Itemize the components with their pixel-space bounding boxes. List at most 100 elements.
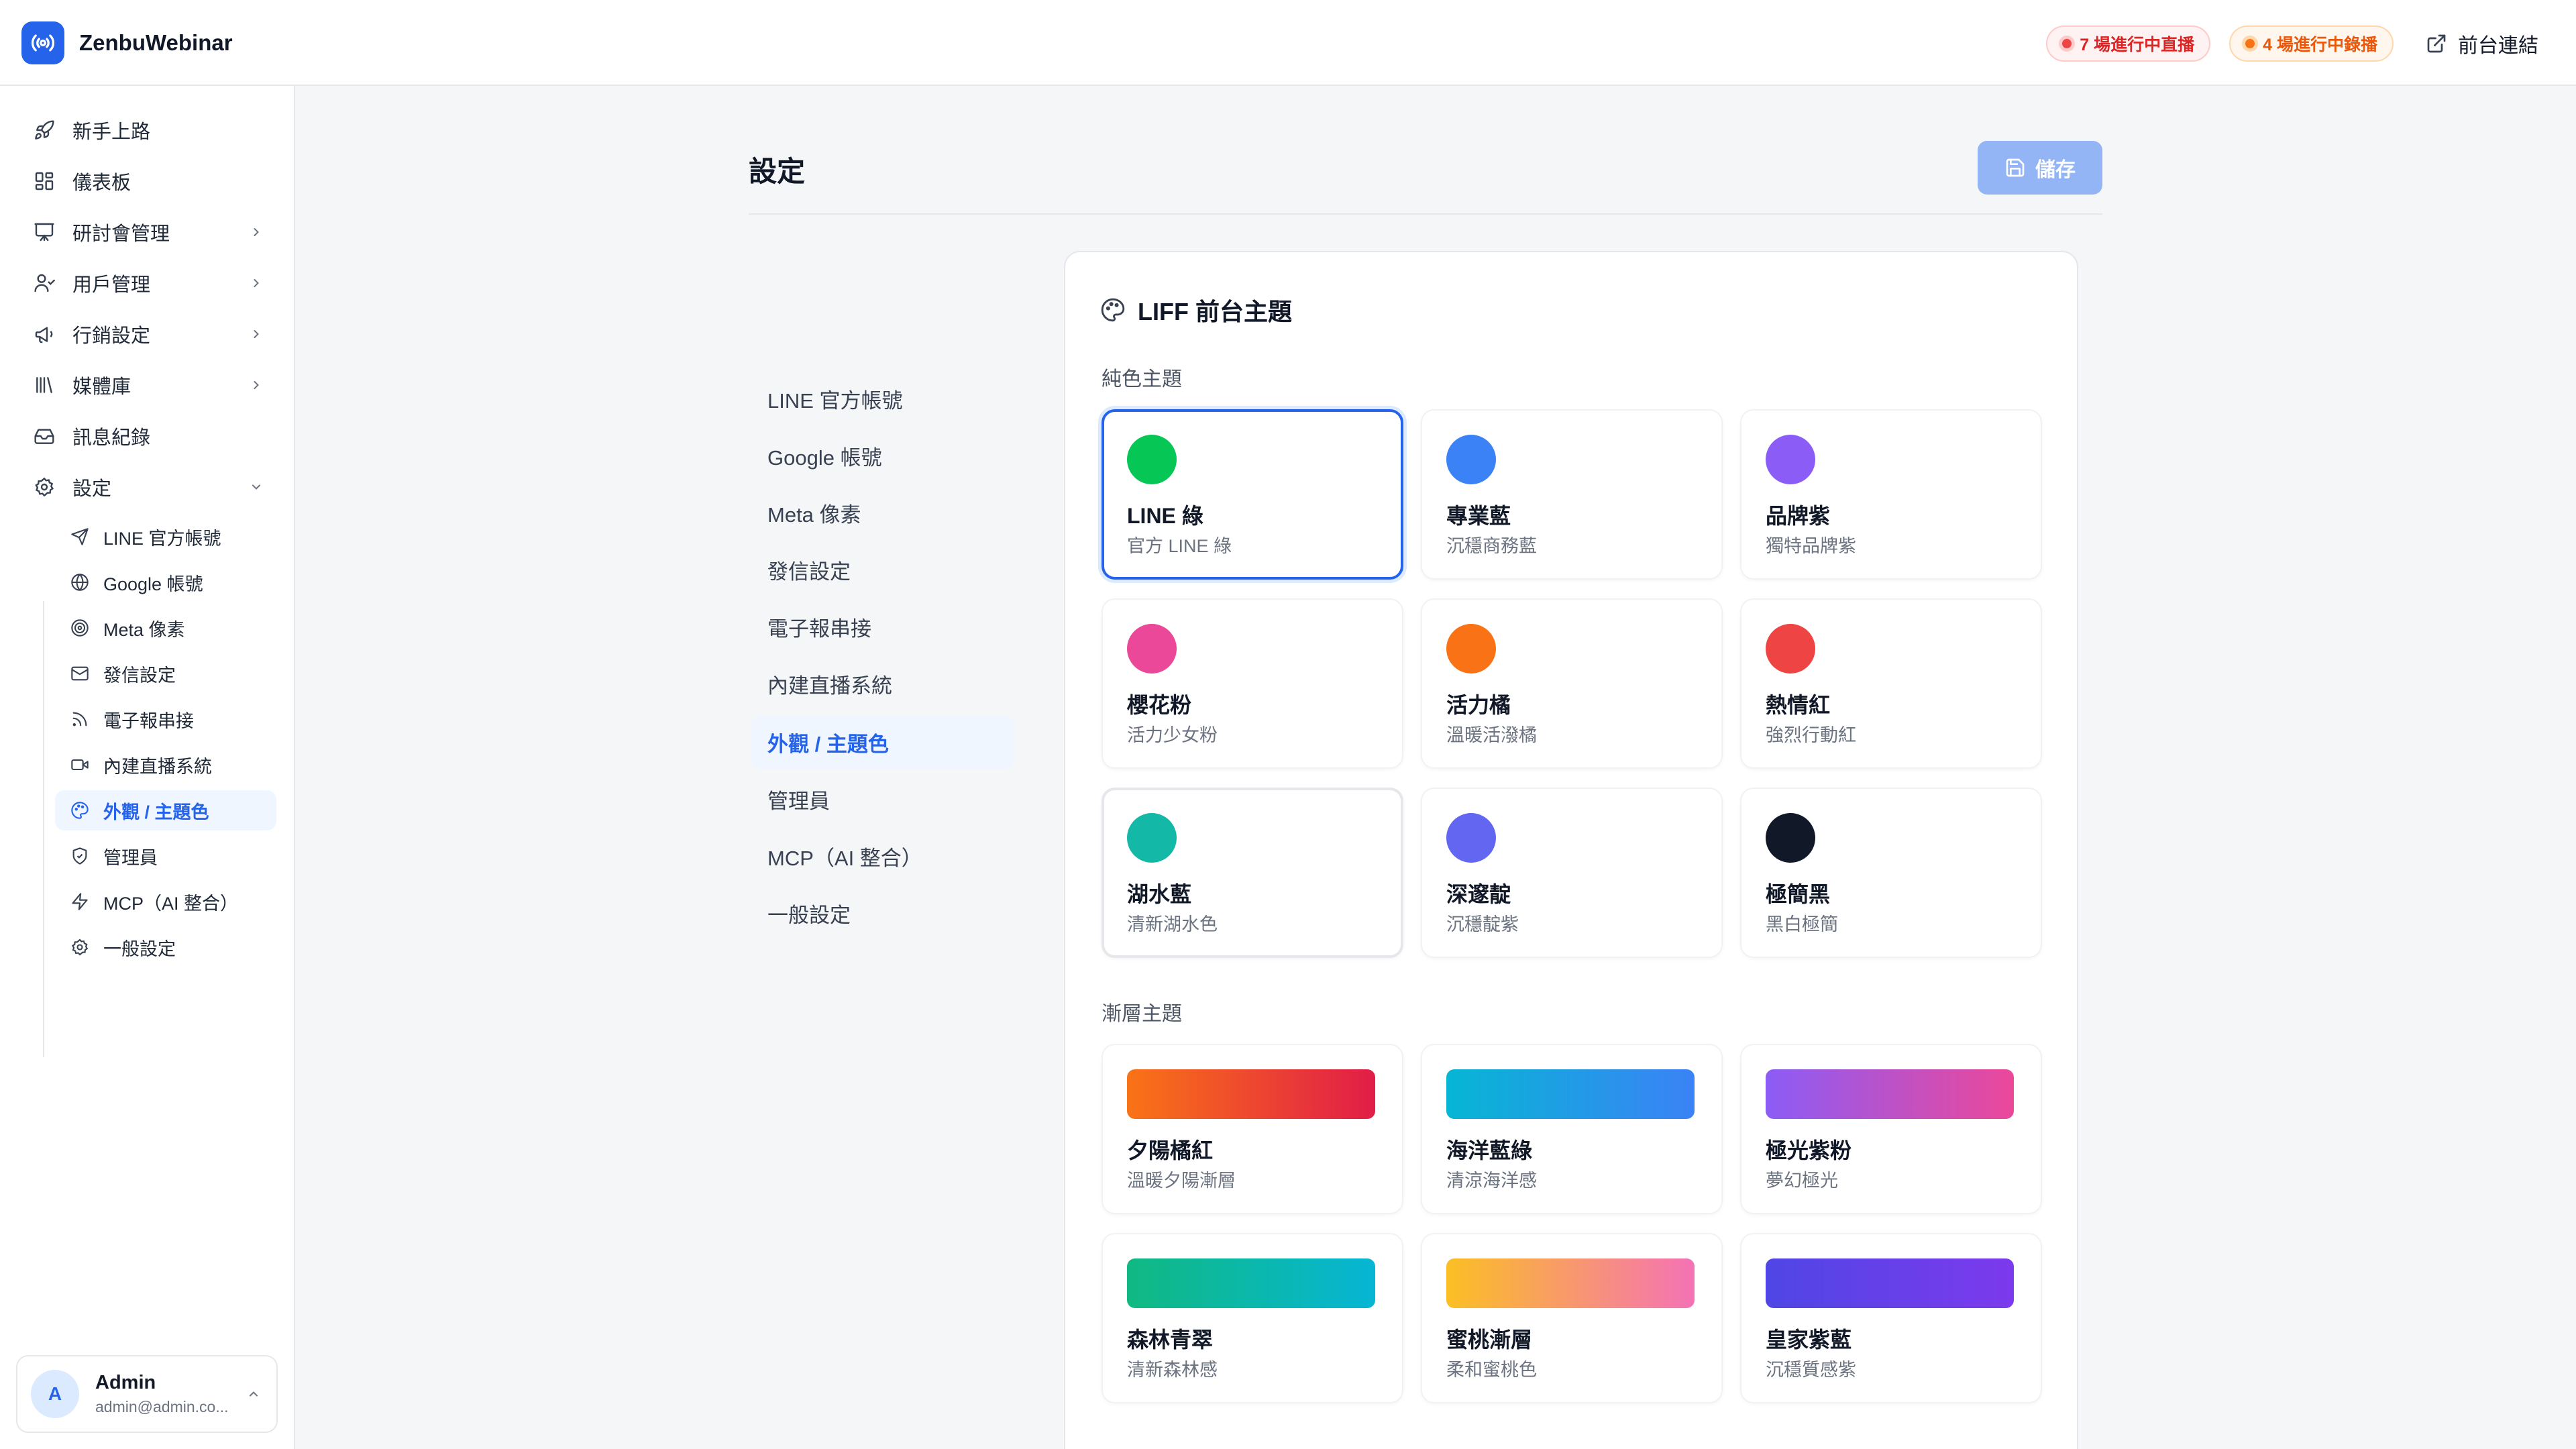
color-swatch-icon [1766, 435, 1815, 484]
theme-desc: 溫暖活潑橘 [1446, 725, 1537, 745]
sidebar-item-messages[interactable]: 訊息紀錄 [16, 415, 279, 458]
settings-nav-google-account[interactable]: Google 帳號 [751, 429, 1014, 482]
sidebar-item-settings[interactable]: 設定 [16, 466, 279, 508]
sidebar-item-users[interactable]: 用戶管理 [16, 262, 279, 305]
theme-option-peach[interactable]: 蜜桃漸層 柔和蜜桃色 [1421, 1233, 1723, 1403]
color-swatch-icon [1446, 435, 1496, 484]
broadcast-icon [21, 21, 64, 64]
sidebar-sub-label: Google 帳號 [103, 574, 203, 594]
megaphone-icon [32, 322, 56, 346]
color-swatch-icon [1766, 813, 1815, 863]
settings-nav-meta-pixel[interactable]: Meta 像素 [751, 486, 1014, 539]
cog-icon [70, 937, 90, 957]
theme-desc: 清新森林感 [1127, 1360, 1218, 1380]
theme-option-brand-purple[interactable]: 品牌紫 獨特品牌紫 [1740, 409, 2042, 580]
theme-option-sakura-pink[interactable]: 櫻花粉 活力少女粉 [1102, 598, 1403, 769]
theme-option-pro-blue[interactable]: 專業藍 沉穩商務藍 [1421, 409, 1723, 580]
sidebar-sub-live-system[interactable]: 內建直播系統 [55, 745, 276, 785]
app-name: ZenbuWebinar [79, 30, 233, 55]
theme-name: LINE 綠 [1127, 504, 1203, 528]
top-bar: ZenbuWebinar 7 場進行中直播 4 場進行中錄播 前台連結 [0, 0, 2576, 86]
brand[interactable]: ZenbuWebinar [21, 21, 233, 64]
settings-nav-newsletter[interactable]: 電子報串接 [751, 600, 1014, 653]
sidebar-sub-meta-pixel[interactable]: Meta 像素 [55, 608, 276, 648]
sidebar-sub-label: 外觀 / 主題色 [103, 802, 209, 822]
sidebar-item-webinars[interactable]: 研討會管理 [16, 211, 279, 254]
title-divider [749, 213, 2102, 215]
sidebar-item-label: 研討會管理 [72, 223, 170, 245]
record-status-badge[interactable]: 4 場進行中錄播 [2229, 25, 2394, 62]
rss-icon [70, 709, 90, 729]
color-swatch-icon [1446, 813, 1496, 863]
sidebar-sub-general[interactable]: 一般設定 [55, 927, 276, 967]
color-swatch-icon [1127, 435, 1177, 484]
user-name: Admin [95, 1372, 156, 1393]
sidebar-sub-label: 一般設定 [103, 938, 176, 959]
theme-option-minimal-black[interactable]: 極簡黑 黑白極簡 [1740, 788, 2042, 958]
theme-option-passion-red[interactable]: 熱情紅 強烈行動紅 [1740, 598, 2042, 769]
theme-option-forest[interactable]: 森林青翠 清新森林感 [1102, 1233, 1403, 1403]
settings-nav-live-system[interactable]: 內建直播系統 [751, 657, 1014, 710]
presentation-icon [32, 220, 56, 244]
sidebar-item-label: 訊息紀錄 [72, 427, 151, 449]
user-menu[interactable]: A Admin admin@admin.co... [16, 1355, 278, 1433]
sidebar-item-onboarding[interactable]: 新手上路 [16, 109, 279, 152]
settings-nav-general[interactable]: 一般設定 [751, 886, 1014, 940]
theme-name: 專業藍 [1446, 504, 1511, 528]
theme-option-line-green[interactable]: LINE 綠 官方 LINE 綠 [1102, 409, 1403, 580]
theme-option-lake-teal[interactable]: 湖水藍 清新湖水色 [1102, 788, 1403, 958]
theme-name: 極光紫粉 [1766, 1138, 1852, 1163]
settings-nav-admins[interactable]: 管理員 [751, 772, 1014, 826]
settings-nav-line-account[interactable]: LINE 官方帳號 [751, 372, 1014, 425]
chevron-right-icon [250, 225, 263, 239]
solid-themes-label: 純色主題 [1102, 368, 1182, 390]
theme-option-royal[interactable]: 皇家紫藍 沉穩質感紫 [1740, 1233, 2042, 1403]
sidebar-item-media[interactable]: 媒體庫 [16, 364, 279, 407]
external-link-icon [2426, 33, 2458, 54]
live-dot-icon [2062, 39, 2072, 48]
gradient-swatch [1766, 1258, 2014, 1308]
settings-nav-email-settings[interactable]: 發信設定 [751, 543, 1014, 596]
chevron-right-icon [250, 276, 263, 290]
sidebar-sub-google-account[interactable]: Google 帳號 [55, 562, 276, 602]
theme-desc: 官方 LINE 綠 [1127, 536, 1232, 556]
front-link-label: 前台連結 [2458, 35, 2538, 57]
theme-option-ocean[interactable]: 海洋藍綠 清涼海洋感 [1421, 1044, 1723, 1214]
target-icon [70, 618, 90, 638]
theme-name: 櫻花粉 [1127, 693, 1192, 717]
sidebar-item-label: 新手上路 [72, 121, 151, 143]
video-icon [70, 755, 90, 775]
sidebar-sub-mcp[interactable]: MCP（AI 整合） [55, 881, 276, 922]
sidebar-sub-appearance[interactable]: 外觀 / 主題色 [55, 790, 276, 830]
sidebar-item-label: 媒體庫 [72, 376, 131, 398]
theme-name: 熱情紅 [1766, 693, 1831, 717]
bolt-icon [70, 892, 90, 912]
globe-icon [70, 572, 90, 592]
settings-nav-mcp[interactable]: MCP（AI 整合） [751, 829, 1014, 883]
theme-desc: 柔和蜜桃色 [1446, 1360, 1537, 1380]
sidebar-item-marketing[interactable]: 行銷設定 [16, 313, 279, 356]
theme-name: 品牌紫 [1766, 504, 1831, 528]
sidebar-sub-line-account[interactable]: LINE 官方帳號 [55, 517, 276, 557]
theme-desc: 清新湖水色 [1127, 914, 1218, 934]
save-icon [2004, 157, 2035, 178]
live-status-badge[interactable]: 7 場進行中直播 [2046, 25, 2211, 62]
save-button[interactable]: 儲存 [1978, 141, 2102, 195]
theme-option-aurora[interactable]: 極光紫粉 夢幻極光 [1740, 1044, 2042, 1214]
theme-name: 皇家紫藍 [1766, 1328, 1852, 1352]
sidebar-sub-label: 管理員 [103, 847, 158, 868]
theme-option-sunset[interactable]: 夕陽橘紅 溫暖夕陽漸層 [1102, 1044, 1403, 1214]
sidebar-sub-admins[interactable]: 管理員 [55, 836, 276, 876]
library-icon [32, 373, 56, 397]
inbox-icon [32, 424, 56, 448]
front-link[interactable]: 前台連結 [2426, 29, 2538, 58]
settings-nav-appearance[interactable]: 外觀 / 主題色 [751, 715, 1014, 769]
theme-option-deep-indigo[interactable]: 深邃靛 沉穩靛紫 [1421, 788, 1723, 958]
sidebar-sub-label: MCP（AI 整合） [103, 893, 239, 914]
sidebar-sub-newsletter[interactable]: 電子報串接 [55, 699, 276, 739]
save-button-label: 儲存 [2035, 159, 2076, 181]
chevron-up-icon [247, 1387, 260, 1401]
theme-option-vivid-orange[interactable]: 活力橘 溫暖活潑橘 [1421, 598, 1723, 769]
sidebar-item-dashboard[interactable]: 儀表板 [16, 160, 279, 203]
sidebar-sub-email-settings[interactable]: 發信設定 [55, 653, 276, 694]
